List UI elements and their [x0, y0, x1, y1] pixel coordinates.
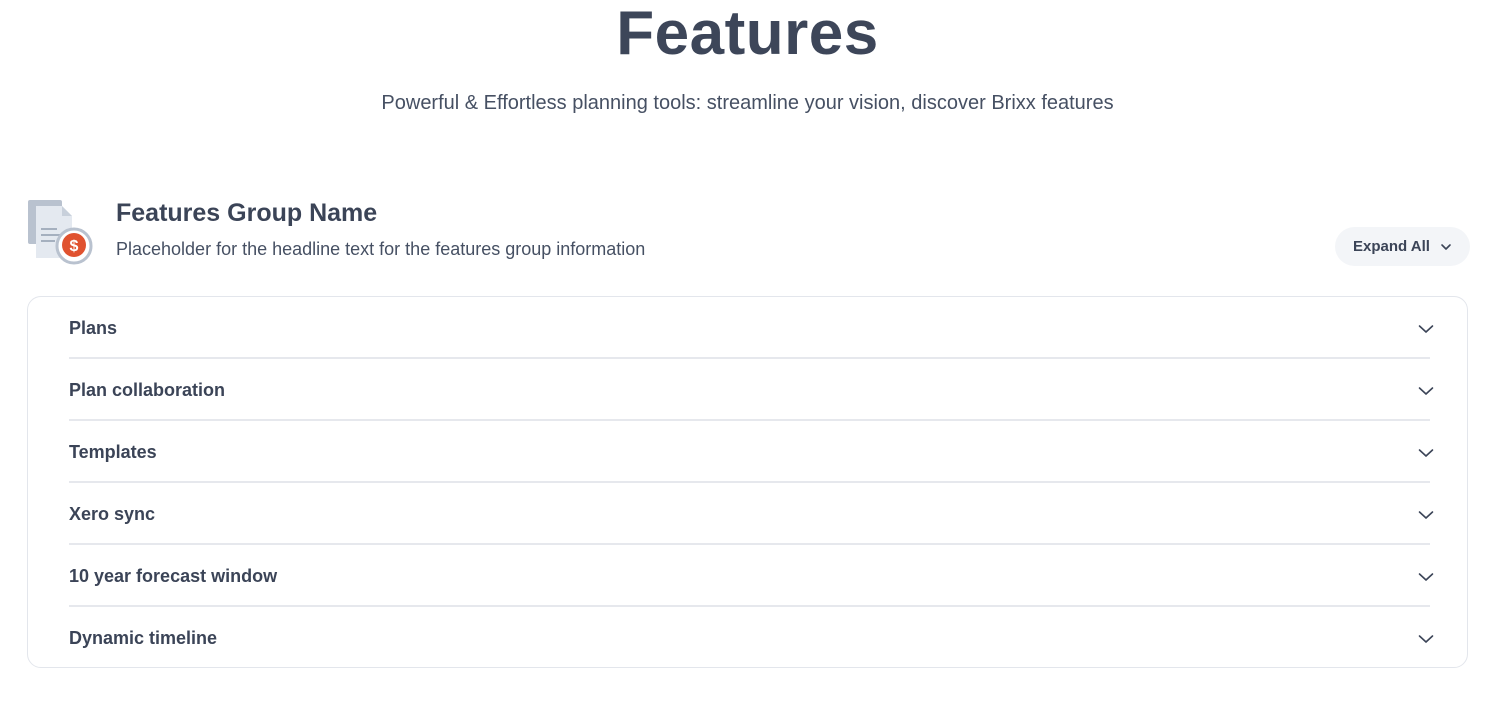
group-title: Features Group Name	[116, 199, 378, 227]
svg-text:$: $	[70, 238, 79, 255]
expand-all-label: Expand All	[1353, 238, 1430, 255]
accordion-item-label: Dynamic timeline	[69, 628, 218, 648]
accordion-item-label: Plan collaboration	[69, 380, 226, 400]
accordion-item-label: Plans	[69, 318, 118, 338]
group-description: Placeholder for the headline text for th…	[116, 239, 646, 259]
expand-all-button[interactable]: Expand All	[1335, 227, 1470, 266]
chevron-down-icon[interactable]	[1418, 631, 1434, 647]
chevron-down-icon[interactable]	[1418, 569, 1434, 585]
accordion-item-label: Templates	[69, 442, 157, 462]
accordion-item-plan-collaboration[interactable]: Plan collaboration	[69, 359, 1434, 421]
accordion-item-forecast-window[interactable]: 10 year forecast window	[69, 545, 1434, 607]
accordion-item-dynamic-timeline[interactable]: Dynamic timeline	[69, 607, 1434, 669]
features-accordion: Plans Plan collaboration Templates Xero …	[27, 296, 1468, 668]
accordion-item-label: 10 year forecast window	[69, 566, 278, 586]
page-title: Features	[616, 0, 879, 68]
chevron-down-icon[interactable]	[1418, 445, 1434, 461]
accordion-item-label: Xero sync	[69, 504, 156, 524]
accordion-item-plans[interactable]: Plans	[69, 297, 1434, 359]
chevron-down-icon[interactable]	[1418, 321, 1434, 337]
page-subtitle: Powerful & Effortless planning tools: st…	[381, 92, 1114, 114]
chevron-down-icon[interactable]	[1418, 507, 1434, 523]
accordion-item-templates[interactable]: Templates	[69, 421, 1434, 483]
document-dollar-icon: $	[26, 198, 96, 268]
chevron-down-icon	[1441, 243, 1451, 250]
accordion-item-xero-sync[interactable]: Xero sync	[69, 483, 1434, 545]
chevron-down-icon[interactable]	[1418, 383, 1434, 399]
features-page: Features Powerful & Effortless planning …	[0, 0, 1495, 720]
